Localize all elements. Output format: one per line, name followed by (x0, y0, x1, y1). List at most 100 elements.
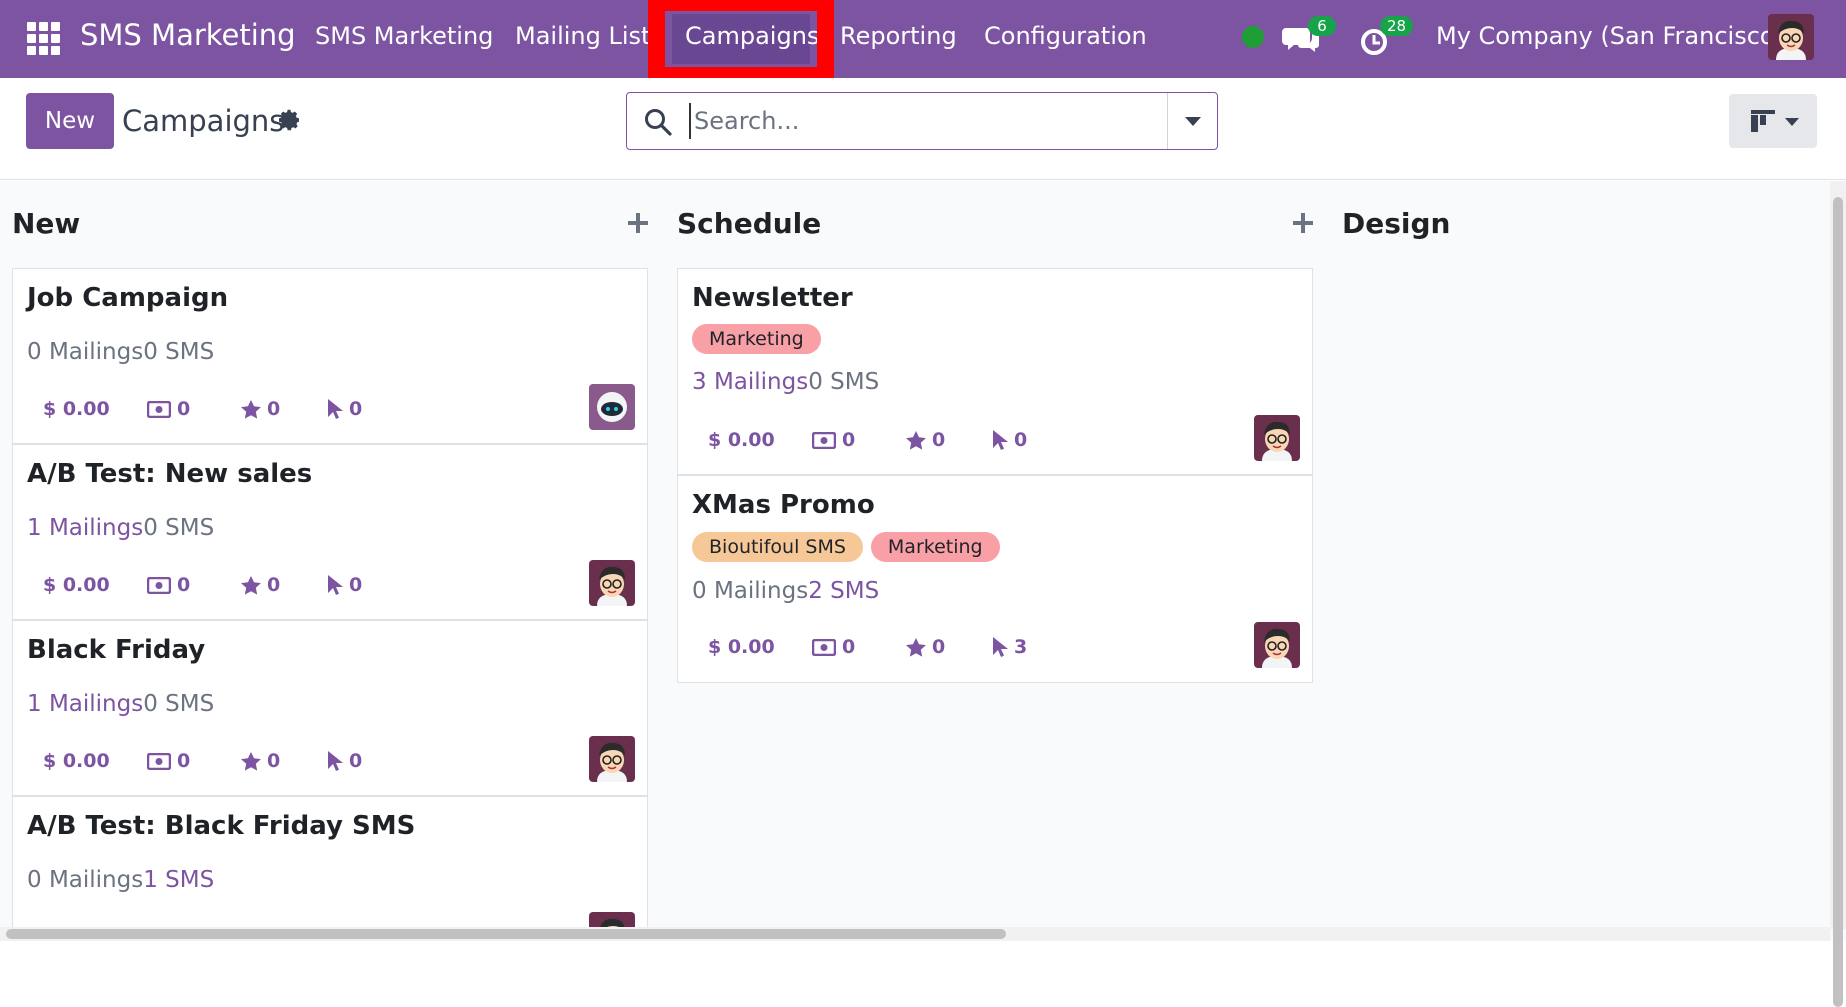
sms-count: 0 SMS (143, 515, 215, 541)
revenue-stat[interactable]: $ 0.00 (43, 398, 147, 420)
kanban-card[interactable]: Newsletter Marketing 3 Mailings0 SMS $ 0… (677, 268, 1313, 475)
view-switcher-button[interactable] (1729, 94, 1817, 148)
kanban-card[interactable]: A/B Test: New sales 1 Mailings0 SMS $ 0.… (12, 444, 648, 620)
new-button[interactable]: New (26, 93, 114, 149)
search-options-toggle[interactable] (1167, 93, 1218, 149)
app-brand[interactable]: SMS Marketing (80, 18, 296, 52)
kanban-column-new: New Job Campaign 0 Mailings0 SMS $ 0.00 … (0, 181, 650, 941)
invoices-stat[interactable]: 0 (812, 429, 906, 451)
mailings-count: 0 Mailings (27, 339, 144, 365)
vertical-scrollbar[interactable] (1830, 181, 1846, 1007)
opportunities-stat[interactable]: 0 (906, 636, 992, 658)
card-title: A/B Test: New sales (27, 459, 313, 489)
card-stats: $ 0.00 0 0 0 (708, 429, 1027, 451)
opportunities-stat[interactable]: 0 (906, 429, 992, 451)
nav-configuration[interactable]: Configuration (984, 22, 1147, 50)
company-switcher[interactable]: My Company (San Francisco) (1436, 22, 1784, 50)
search-box (626, 92, 1218, 150)
invoices-stat[interactable]: 0 (812, 636, 906, 658)
apps-menu-icon[interactable] (27, 22, 60, 55)
invoices-stat[interactable]: 0 (147, 574, 241, 596)
star-icon (906, 430, 926, 450)
card-title: Black Friday (27, 635, 206, 665)
sms-count: 0 SMS (143, 691, 215, 717)
cursor-icon (993, 637, 1008, 657)
horizontal-scrollbar[interactable] (0, 927, 1830, 941)
gear-icon[interactable] (278, 108, 302, 132)
bot-avatar (589, 384, 635, 430)
card-title: Job Campaign (27, 283, 229, 313)
sms-count[interactable]: 1 SMS (143, 867, 214, 893)
sms-count[interactable]: 2 SMS (808, 578, 879, 604)
money-icon (147, 576, 171, 594)
tag-marketing: Marketing (692, 324, 821, 354)
vertical-scroll-thumb[interactable] (1833, 197, 1843, 1007)
revenue-stat[interactable]: $ 0.00 (43, 574, 147, 596)
activities-badge: 28 (1380, 16, 1414, 36)
cursor-icon (328, 399, 343, 419)
card-title: Newsletter (692, 283, 853, 313)
user-avatar (589, 736, 635, 782)
card-stats: $ 0.00 0 0 3 (708, 636, 1027, 658)
opportunities-stat[interactable]: 0 (241, 574, 327, 596)
kanban-column-schedule: Schedule Newsletter Marketing 3 Mailings… (665, 181, 1315, 941)
user-avatar (589, 560, 635, 606)
invoices-stat[interactable]: 0 (147, 398, 241, 420)
money-icon (147, 752, 171, 770)
cursor-icon (328, 575, 343, 595)
search-input[interactable] (689, 103, 1129, 139)
star-icon (241, 575, 261, 595)
card-tags: Bioutifoul SMS Marketing (692, 532, 1000, 562)
mailings-count[interactable]: 1 Mailings (27, 691, 143, 717)
clicks-stat[interactable]: 0 (992, 429, 1027, 451)
column-title: Design (1342, 207, 1451, 240)
card-counts: 3 Mailings0 SMS (692, 369, 879, 395)
sms-count: 0 SMS (808, 369, 880, 395)
mailings-count: 0 Mailings (692, 578, 809, 604)
clicks-stat[interactable]: 0 (327, 574, 362, 596)
invoices-stat[interactable]: 0 (147, 750, 241, 772)
search-icon (645, 109, 672, 136)
card-counts: 0 Mailings1 SMS (27, 867, 214, 893)
mailings-count[interactable]: 3 Mailings (692, 369, 808, 395)
card-counts: 1 Mailings0 SMS (27, 691, 214, 717)
messages-badge: 6 (1308, 16, 1336, 36)
kanban-card[interactable]: A/B Test: Black Friday SMS 0 Mailings1 S… (12, 796, 648, 941)
user-avatar[interactable] (1768, 14, 1814, 60)
control-panel: New Campaigns (0, 78, 1846, 180)
star-icon (241, 399, 261, 419)
clicks-stat[interactable]: 0 (327, 398, 362, 420)
kanban-board: New Job Campaign 0 Mailings0 SMS $ 0.00 … (0, 181, 1846, 941)
star-icon (241, 751, 261, 771)
page-title: Campaigns (122, 104, 285, 138)
revenue-stat[interactable]: $ 0.00 (708, 636, 812, 658)
add-card-icon[interactable] (626, 211, 650, 235)
clicks-stat[interactable]: 3 (992, 636, 1027, 658)
opportunities-stat[interactable]: 0 (241, 750, 327, 772)
card-title: A/B Test: Black Friday SMS (27, 811, 416, 841)
tag-bioutifoul-sms: Bioutifoul SMS (692, 532, 863, 562)
clicks-stat[interactable]: 0 (327, 750, 362, 772)
kanban-card[interactable]: Job Campaign 0 Mailings0 SMS $ 0.00 0 0 … (12, 268, 648, 444)
horizontal-scroll-thumb[interactable] (6, 929, 1006, 939)
nav-reporting[interactable]: Reporting (840, 22, 957, 50)
nav-campaigns[interactable]: Campaigns (685, 22, 819, 50)
kanban-card[interactable]: XMas Promo Bioutifoul SMS Marketing 0 Ma… (677, 475, 1313, 683)
mailings-count: 0 Mailings (27, 867, 144, 893)
add-card-icon[interactable] (1291, 211, 1315, 235)
kanban-card[interactable]: Black Friday 1 Mailings0 SMS $ 0.00 0 0 … (12, 620, 648, 796)
nav-sms-marketing[interactable]: SMS Marketing (315, 22, 493, 50)
opportunities-stat[interactable]: 0 (241, 398, 327, 420)
kanban-column-design: Design (1330, 181, 1830, 941)
revenue-stat[interactable]: $ 0.00 (43, 750, 147, 772)
top-navbar: SMS Marketing SMS Marketing Mailing List… (0, 0, 1846, 78)
money-icon (812, 431, 836, 449)
card-stats: $ 0.00 0 0 0 (43, 574, 362, 596)
card-counts: 0 Mailings2 SMS (692, 578, 879, 604)
user-avatar (1254, 415, 1300, 461)
chevron-down-icon (1785, 118, 1799, 126)
cursor-icon (328, 751, 343, 771)
revenue-stat[interactable]: $ 0.00 (708, 429, 812, 451)
nav-mailing-lists[interactable]: Mailing Lists (515, 22, 663, 50)
mailings-count[interactable]: 1 Mailings (27, 515, 143, 541)
